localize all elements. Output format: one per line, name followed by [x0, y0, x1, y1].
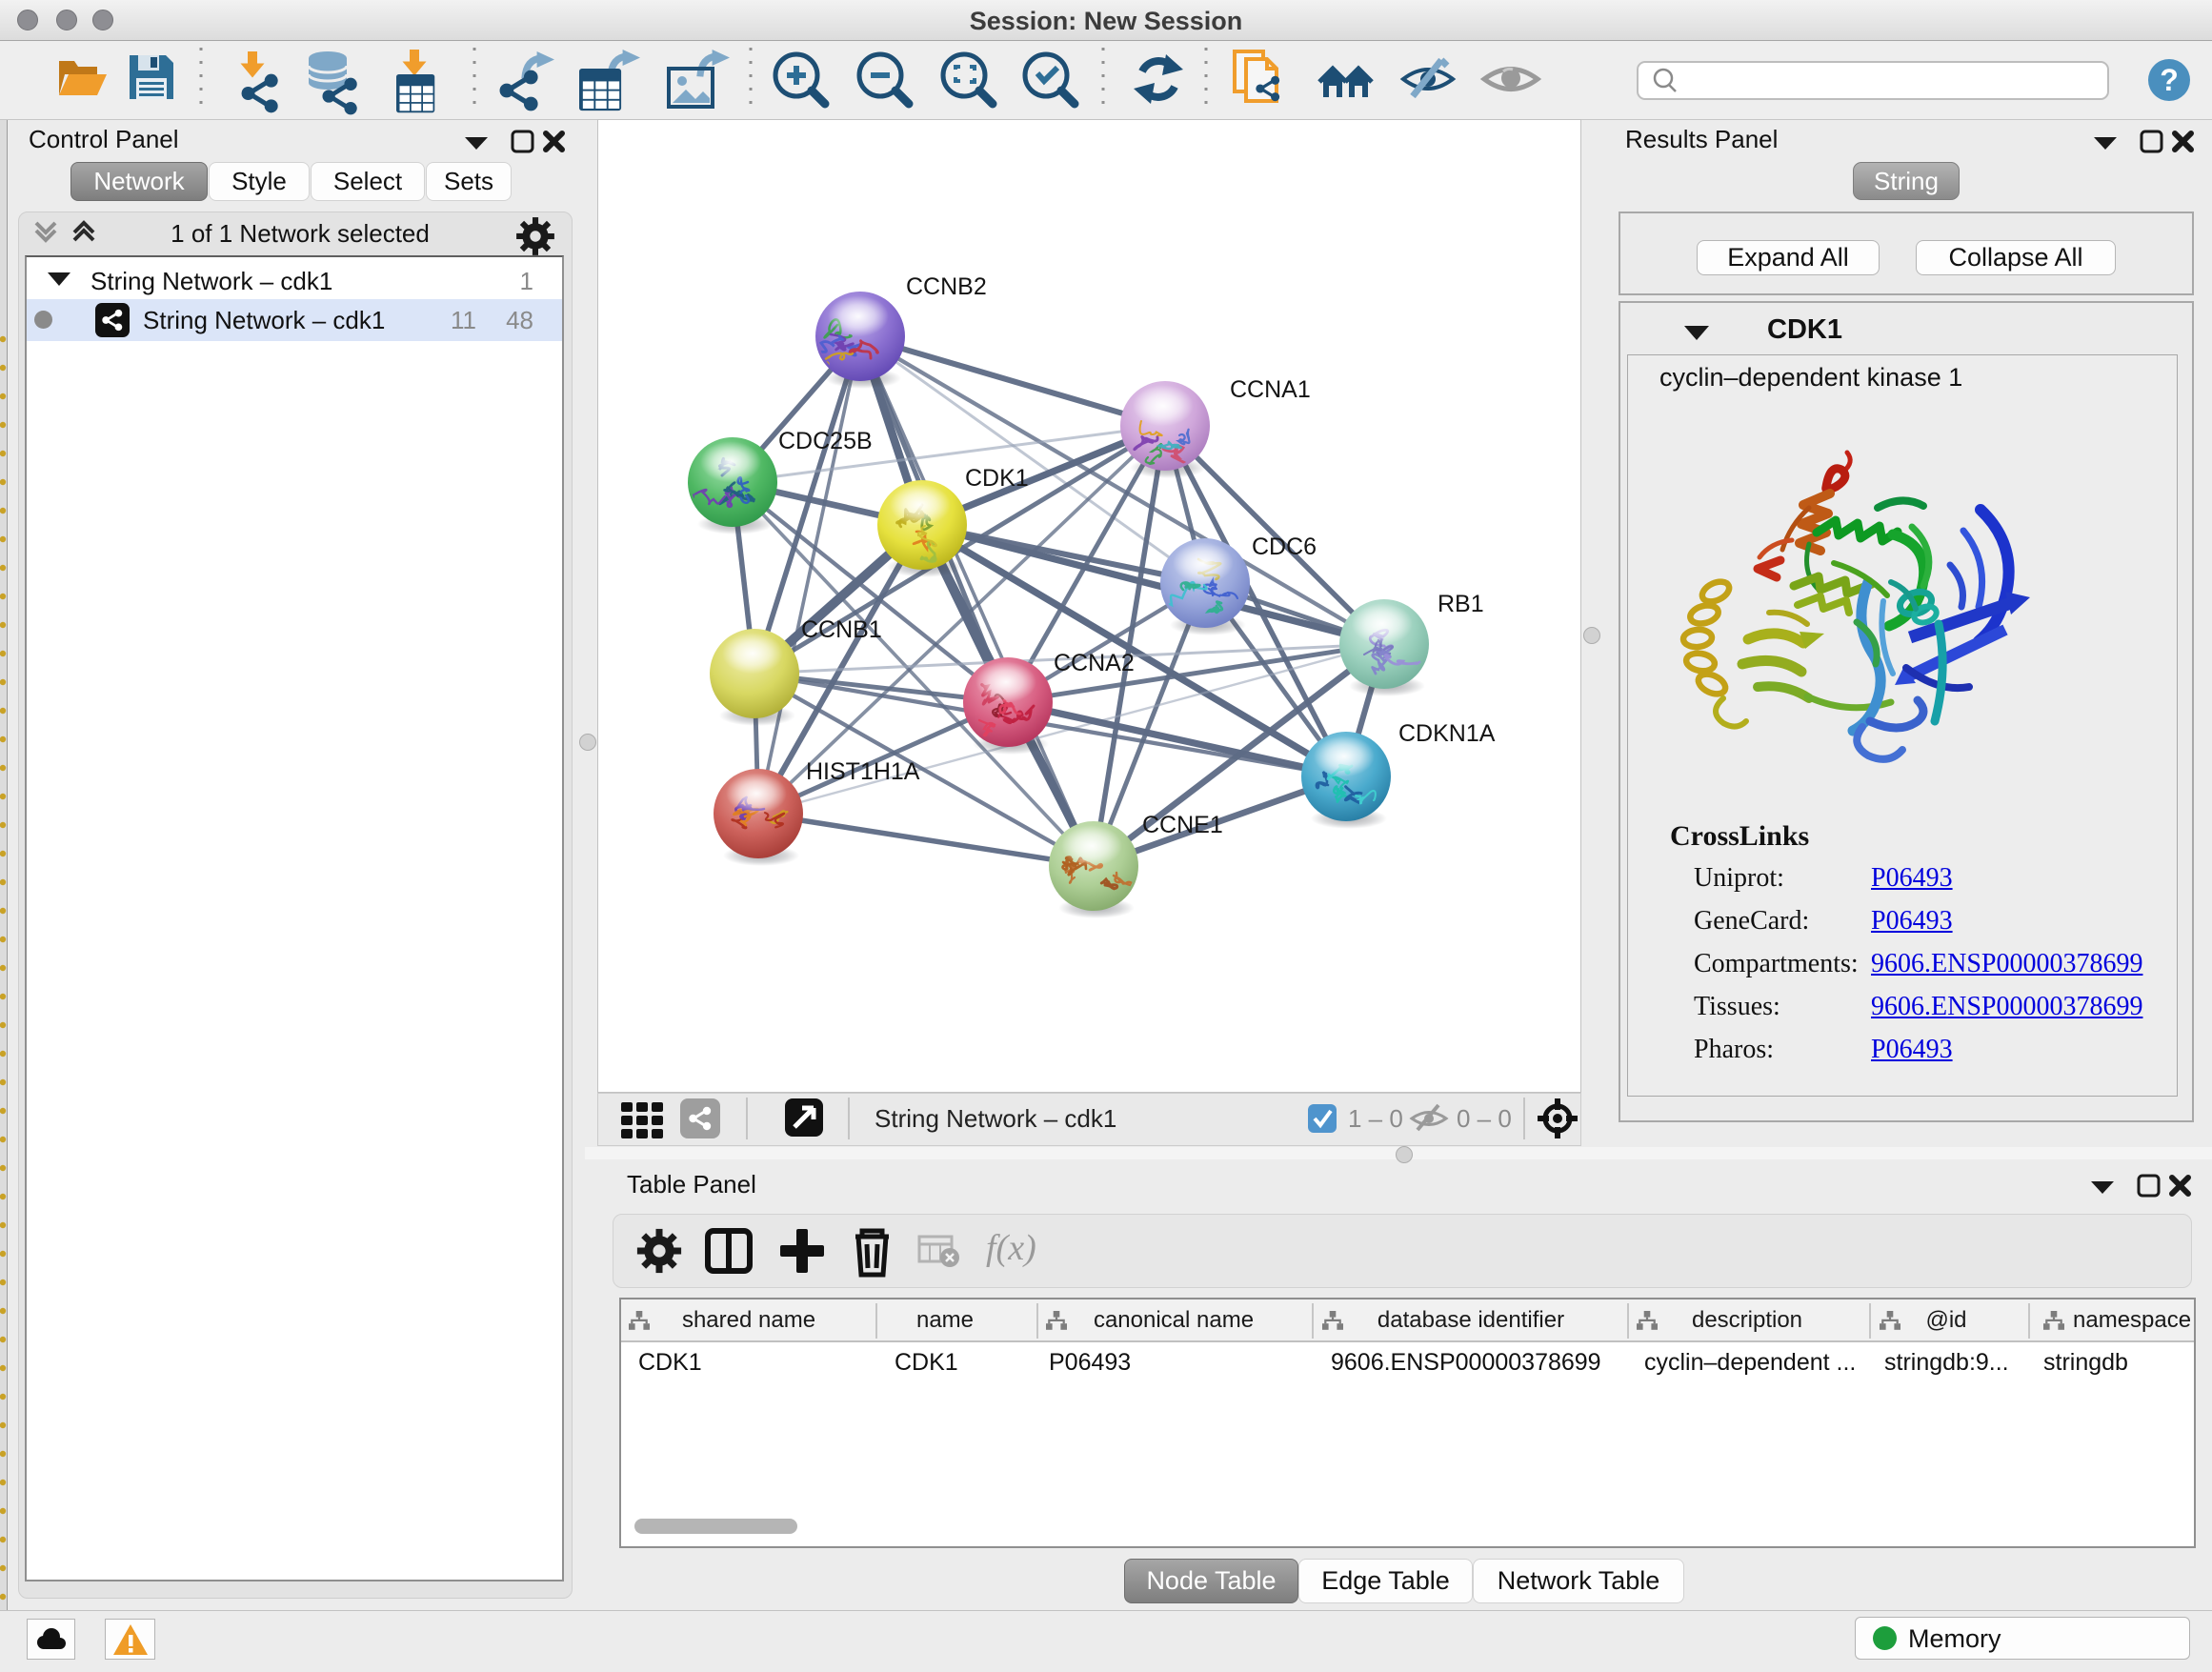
svg-text:CDC25B: CDC25B — [778, 428, 873, 454]
svg-text:0 – 0: 0 – 0 — [1457, 1104, 1512, 1133]
svg-text:CDC6: CDC6 — [1252, 534, 1317, 560]
svg-text:CCNB2: CCNB2 — [906, 273, 987, 300]
svg-text:1 – 0: 1 – 0 — [1348, 1104, 1403, 1133]
svg-text:CCNA2: CCNA2 — [1054, 650, 1135, 676]
svg-text:CCNE1: CCNE1 — [1142, 812, 1223, 838]
svg-text:RB1: RB1 — [1438, 591, 1484, 617]
svg-text:CDKN1A: CDKN1A — [1398, 720, 1496, 747]
svg-text:?: ? — [2160, 63, 2179, 97]
svg-text:CCNB1: CCNB1 — [801, 616, 882, 643]
svg-text:HIST1H1A: HIST1H1A — [806, 758, 920, 785]
svg-text:CCNA1: CCNA1 — [1230, 376, 1311, 403]
svg-text:String Network – cdk1: String Network – cdk1 — [875, 1104, 1116, 1133]
svg-text:CDK1: CDK1 — [965, 465, 1029, 492]
